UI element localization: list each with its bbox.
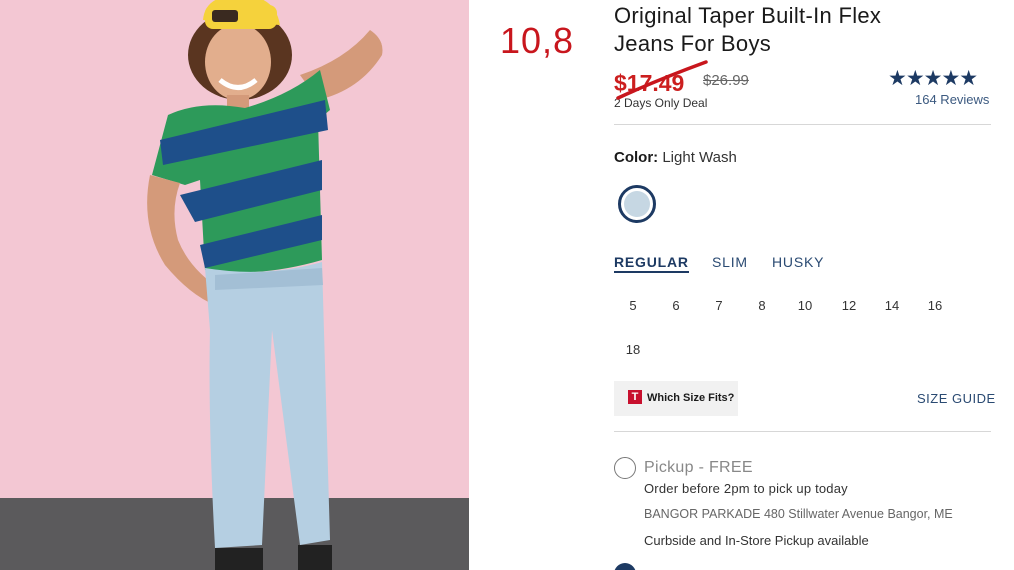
divider	[614, 124, 991, 125]
which-size-fits-button[interactable]: T Which Size Fits?	[614, 381, 738, 416]
rating-stars-icon[interactable]: ★★★★★	[888, 66, 978, 91]
size-option-6[interactable]: 6	[658, 298, 694, 313]
model-illustration	[147, 0, 383, 570]
truefit-logo-icon: T	[628, 390, 642, 404]
size-option-18[interactable]: 18	[615, 342, 651, 357]
original-price: $26.99	[703, 72, 749, 89]
store-address: 480 Stillwater Avenue	[763, 507, 884, 521]
pickup-radio[interactable]	[614, 457, 636, 479]
shipping-radio[interactable]	[614, 563, 636, 570]
size-guide-link[interactable]: SIZE GUIDE	[917, 391, 996, 406]
sale-price: $17.49	[614, 70, 685, 96]
size-option-14[interactable]: 14	[874, 298, 910, 313]
tab-husky[interactable]: HUSKY	[772, 254, 824, 270]
tab-slim[interactable]: SLIM	[712, 254, 748, 270]
tab-regular[interactable]: REGULAR	[614, 254, 689, 273]
size-option-8[interactable]: 8	[744, 298, 780, 313]
size-option-12[interactable]: 12	[831, 298, 867, 313]
product-title-line-1: Original Taper Built-In Flex	[614, 3, 882, 28]
curbside-note: Curbside and In-Store Pickup available	[644, 533, 869, 548]
reviews-link[interactable]: 164 Reviews	[915, 92, 989, 107]
color-selected-value: Light Wash	[662, 149, 737, 166]
size-option-5[interactable]: 5	[615, 298, 651, 313]
swatch-fill	[624, 191, 650, 217]
store-city: Bangor, ME	[887, 507, 953, 521]
pickup-note: Order before 2pm to pick up today	[644, 481, 848, 496]
size-option-7[interactable]: 7	[701, 298, 737, 313]
product-title-line-2: Jeans For Boys	[614, 31, 772, 56]
color-label: Color:	[614, 149, 659, 166]
product-image[interactable]	[0, 0, 469, 570]
which-size-label: Which Size Fits?	[647, 392, 735, 404]
store-info[interactable]: BANGOR PARKADE 480 Stillwater Avenue Ban…	[644, 507, 953, 521]
size-option-10[interactable]: 10	[787, 298, 823, 313]
pickup-title: Pickup - FREE	[644, 459, 753, 476]
color-label-row: Color: Light Wash	[614, 149, 737, 166]
size-option-16[interactable]: 16	[917, 298, 953, 313]
store-name: BANGOR PARKADE	[644, 507, 761, 521]
divider	[614, 431, 991, 432]
deal-label: 2 Days Only Deal	[614, 96, 708, 110]
color-swatch-light-wash[interactable]	[618, 185, 656, 223]
product-title: Original Taper Built-In Flex Jeans For B…	[614, 2, 984, 58]
handwritten-price-annotation: 10,8	[500, 20, 575, 61]
